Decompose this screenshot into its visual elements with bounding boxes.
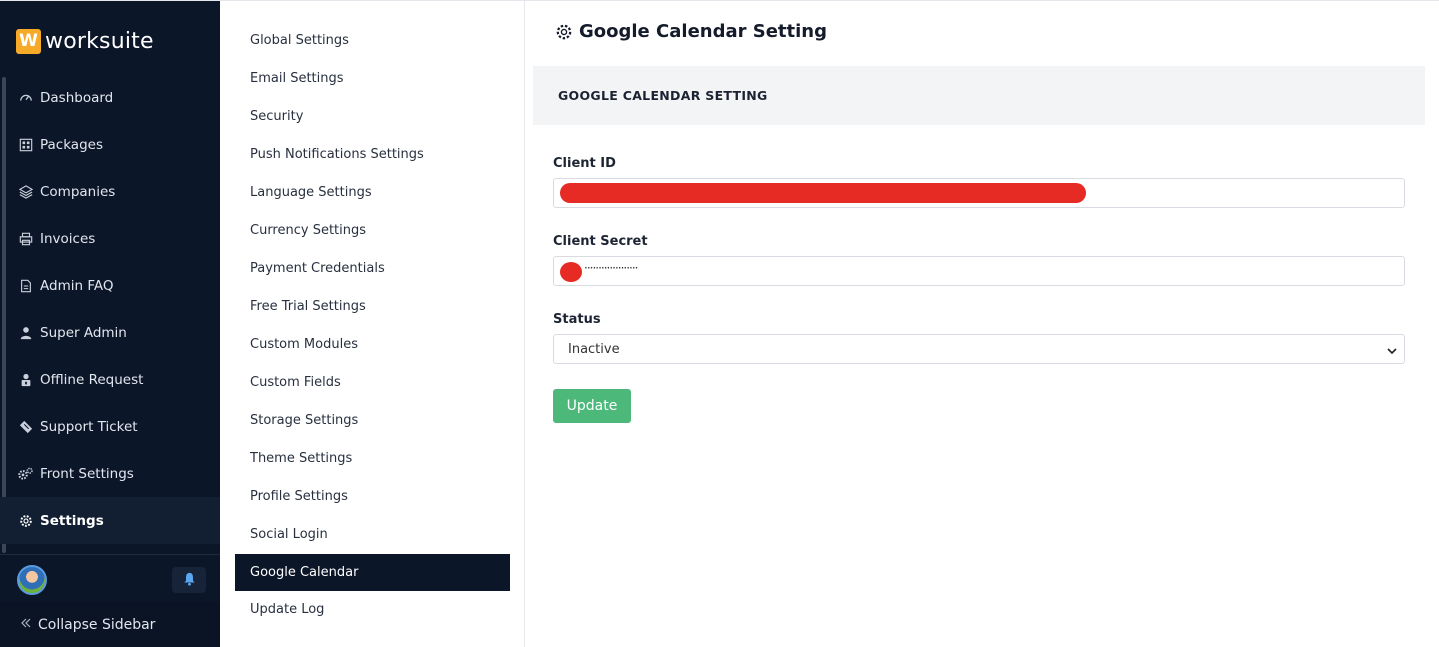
settings-menu-item-global-settings[interactable]: Global Settings (235, 22, 510, 59)
sidebar-item-label: Dashboard (40, 89, 114, 106)
settings-menu-item-language-settings[interactable]: Language Settings (235, 174, 510, 211)
sidebar-item-label: Admin FAQ (40, 277, 114, 294)
chevron-down-icon (1386, 342, 1398, 355)
sidebar-item-companies[interactable]: Companies (0, 168, 220, 215)
printer-icon (18, 231, 33, 246)
sidebar-item-label: Companies (40, 183, 116, 200)
sidebar-item-label: Front Settings (40, 465, 134, 482)
status-label: Status (553, 312, 601, 327)
document-icon (18, 278, 33, 293)
bell-icon (183, 571, 196, 590)
app-window: W worksuite Dashboard Packages Companies… (0, 0, 1439, 647)
sidebar-item-label: Invoices (40, 230, 96, 247)
settings-menu-item-currency-settings[interactable]: Currency Settings (235, 212, 510, 249)
settings-menu-item-custom-modules[interactable]: Custom Modules (235, 326, 510, 363)
settings-menu-item-free-trial-settings[interactable]: Free Trial Settings (235, 288, 510, 325)
brand-logo[interactable]: W worksuite (16, 27, 154, 55)
collapse-sidebar-label: Collapse Sidebar (38, 617, 156, 633)
user-icon (18, 325, 33, 340)
sidebar-item-super-admin[interactable]: Super Admin (0, 309, 220, 356)
settings-menu-item-theme-settings[interactable]: Theme Settings (235, 440, 510, 477)
update-button[interactable]: Update (553, 389, 631, 423)
user-lock-icon (18, 372, 33, 387)
status-select[interactable]: Inactive (553, 334, 1405, 364)
status-select-value: Inactive (568, 342, 620, 357)
client-id-label: Client ID (553, 156, 616, 171)
main-sidebar: W worksuite Dashboard Packages Companies… (0, 1, 220, 647)
sidebar-item-label: Super Admin (40, 324, 127, 341)
sidebar-item-support-ticket[interactable]: Support Ticket (0, 403, 220, 450)
sidebar-item-packages[interactable]: Packages (0, 121, 220, 168)
layers-icon (18, 184, 33, 199)
settings-menu-item-update-log[interactable]: Update Log (235, 591, 510, 628)
settings-menu-item-security[interactable]: Security (235, 98, 510, 135)
sidebar-footer (0, 554, 220, 602)
sidebar-item-label: Offline Request (40, 371, 144, 388)
gear-icon (18, 513, 33, 528)
sidebar-item-label: Settings (40, 512, 104, 529)
settings-menu-item-custom-fields[interactable]: Custom Fields (235, 364, 510, 401)
client-secret-label: Client Secret (553, 234, 648, 249)
settings-menu-item-profile-settings[interactable]: Profile Settings (235, 478, 510, 515)
speedometer-icon (18, 90, 33, 105)
gears-icon (18, 466, 33, 481)
settings-menu-item-social-login[interactable]: Social Login (235, 516, 510, 553)
settings-menu-item-email-settings[interactable]: Email Settings (235, 60, 510, 97)
sidebar-item-invoices[interactable]: Invoices (0, 215, 220, 262)
settings-menu-item-payment-credentials[interactable]: Payment Credentials (235, 250, 510, 287)
ticket-icon (18, 419, 33, 434)
masked-secret-value: ··················· (584, 261, 638, 275)
client-secret-input[interactable]: ··················· (553, 256, 1405, 286)
card-header: GOOGLE CALENDAR SETTING (533, 66, 1425, 125)
brand-mark: W (16, 28, 41, 54)
brand-name: worksuite (45, 28, 154, 54)
sidebar-item-offline-request[interactable]: Offline Request (0, 356, 220, 403)
avatar[interactable] (17, 565, 47, 595)
settings-menu-item-google-calendar[interactable]: Google Calendar (235, 554, 510, 591)
settings-menu-item-push-notifications[interactable]: Push Notifications Settings (235, 136, 510, 173)
notifications-button[interactable] (172, 567, 206, 593)
sidebar-item-dashboard[interactable]: Dashboard (0, 74, 220, 121)
main-content: Google Calendar Setting GOOGLE CALENDAR … (525, 1, 1439, 647)
settings-menu-item-storage-settings[interactable]: Storage Settings (235, 402, 510, 439)
packages-grid-icon (18, 137, 33, 152)
sidebar-item-admin-faq[interactable]: Admin FAQ (0, 262, 220, 309)
sidebar-item-label: Support Ticket (40, 418, 138, 435)
sidebar-nav: Dashboard Packages Companies Invoices Ad… (0, 74, 220, 544)
redaction-mark (560, 262, 582, 282)
sidebar-item-settings[interactable]: Settings (0, 497, 220, 544)
settings-menu: Global Settings Email Settings Security … (220, 1, 525, 647)
double-chevron-left-icon (20, 617, 32, 633)
sidebar-item-label: Packages (40, 136, 103, 153)
page-title: Google Calendar Setting (555, 21, 827, 42)
redaction-mark (560, 183, 1086, 203)
collapse-sidebar-button[interactable]: Collapse Sidebar (0, 602, 220, 647)
gear-icon (555, 23, 573, 41)
sidebar-item-front-settings[interactable]: Front Settings (0, 450, 220, 497)
page-title-text: Google Calendar Setting (579, 21, 828, 42)
client-id-input[interactable] (553, 178, 1405, 208)
